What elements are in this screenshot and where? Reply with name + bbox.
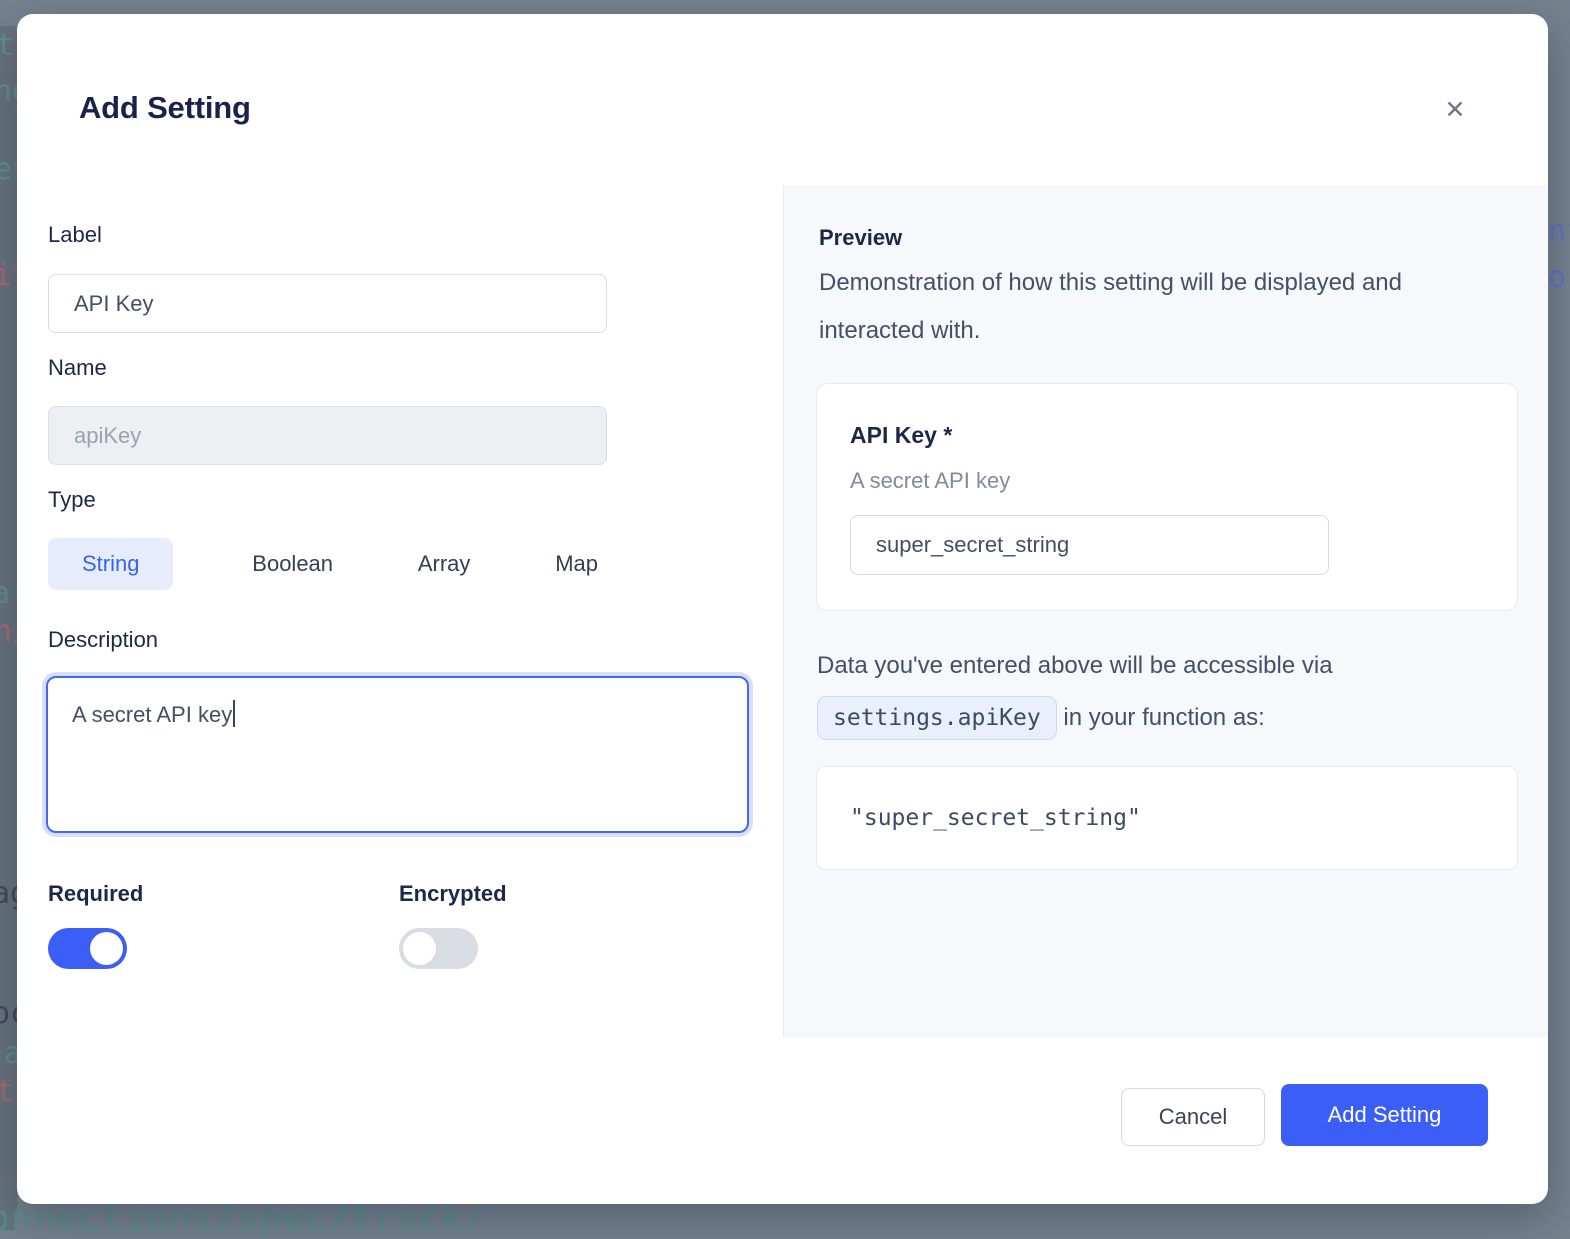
description-field-label: Description <box>48 627 158 653</box>
type-tab-string[interactable]: String <box>48 538 173 590</box>
description-textarea[interactable]: A secret API key <box>46 676 749 833</box>
type-tab-map[interactable]: Map <box>549 538 604 590</box>
description-text: A secret API key <box>72 702 232 727</box>
preview-panel: Preview Demonstration of how this settin… <box>783 185 1548 1038</box>
preview-field-input[interactable] <box>850 515 1329 575</box>
text-caret <box>233 700 235 727</box>
close-icon[interactable]: ✕ <box>1433 88 1477 132</box>
label-input[interactable] <box>48 274 607 333</box>
type-tab-array[interactable]: Array <box>412 538 477 590</box>
toggle-knob <box>90 932 123 965</box>
preview-field-title: API Key * <box>850 422 952 449</box>
required-toggle-label: Required <box>48 881 143 907</box>
screen: { "backdrop": { "base_color": "#76828f",… <box>0 0 1570 1230</box>
encrypted-toggle[interactable] <box>399 928 478 969</box>
preview-code-block: "super_secret_string" <box>816 766 1518 870</box>
encrypted-toggle-label: Encrypted <box>399 881 507 907</box>
bg-code-fragment: t <box>0 28 14 63</box>
preview-heading: Preview <box>819 225 902 251</box>
settings-apikey-chip: settings.apiKey <box>817 696 1057 740</box>
add-setting-button[interactable]: Add Setting <box>1281 1084 1488 1146</box>
modal-title: Add Setting <box>79 90 251 126</box>
bg-code-fragment: or <box>1548 260 1570 295</box>
name-input <box>48 406 607 465</box>
preview-field-card: API Key * A secret API key <box>816 383 1518 611</box>
access-text-after: in your function as: <box>1063 704 1264 731</box>
type-tab-boolean[interactable]: Boolean <box>246 538 339 590</box>
name-field-label: Name <box>48 355 107 381</box>
toggle-knob <box>403 932 436 965</box>
cancel-button[interactable]: Cancel <box>1121 1088 1265 1146</box>
type-field-label: Type <box>48 487 96 513</box>
preview-description: Demonstration of how this setting will b… <box>819 259 1484 355</box>
preview-access-text: Data you've entered above will be access… <box>817 640 1489 744</box>
label-field-label: Label <box>48 222 102 248</box>
preview-field-help: A secret API key <box>850 468 1010 494</box>
required-toggle[interactable] <box>48 928 127 969</box>
code-preview-value: "super_secret_string" <box>850 805 1141 831</box>
add-setting-modal: Add Setting ✕ Label Name Type String Boo… <box>17 14 1548 1204</box>
bg-code-fragment: nf <box>1548 214 1570 249</box>
type-tabs: String Boolean Array Map <box>48 538 604 590</box>
bg-code-fragment-path: onnections/spec/track/ <box>0 1198 487 1239</box>
access-text-before: Data you've entered above will be access… <box>817 652 1333 679</box>
